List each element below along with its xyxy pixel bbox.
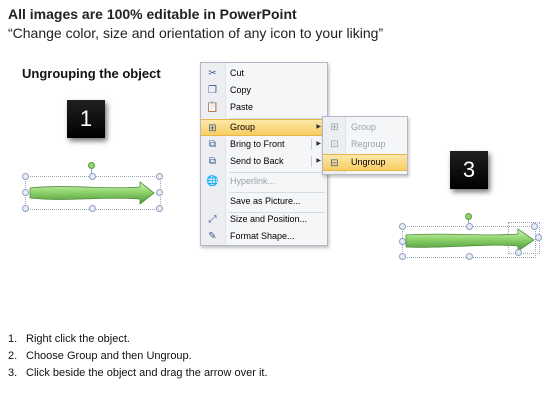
split-divider bbox=[311, 156, 312, 167]
scissors-icon: ✂ bbox=[208, 68, 217, 79]
arrow-shape-1[interactable] bbox=[22, 162, 163, 212]
instruction-item: 3. Click beside the object and drag the a… bbox=[8, 365, 268, 382]
resize-handle[interactable] bbox=[399, 253, 406, 260]
submenu-item-regroup[interactable]: ⊡ Regroup bbox=[323, 136, 407, 153]
instruction-text: Choose Group and then Ungroup. bbox=[26, 350, 192, 362]
resize-handle[interactable] bbox=[535, 234, 542, 241]
menu-item-label: Save as Picture... bbox=[230, 196, 301, 206]
arrow-icon bbox=[29, 181, 155, 205]
resize-handle[interactable] bbox=[515, 249, 522, 256]
step-3-box: 3 bbox=[450, 151, 488, 189]
resize-handle[interactable] bbox=[531, 223, 538, 230]
resize-handle[interactable] bbox=[466, 223, 473, 230]
bring-to-front-icon: ⧉ bbox=[208, 139, 217, 150]
group-submenu: ⊞ Group ⊡ Regroup ⊟ Ungroup bbox=[322, 116, 408, 175]
menu-item-group[interactable]: ⊞ Group ▶ bbox=[201, 119, 327, 136]
context-menu: ✂ Cut ❐ Copy 📋 Paste ⊞ Group ▶ ⧉ Bring t… bbox=[200, 62, 328, 246]
resize-handle[interactable] bbox=[89, 205, 96, 212]
resize-handle[interactable] bbox=[22, 189, 29, 196]
hyperlink-icon: 🌐 bbox=[206, 176, 219, 187]
menu-item-label: Cut bbox=[230, 68, 245, 78]
menu-item-label: Format Shape... bbox=[230, 231, 295, 241]
menu-item-paste[interactable]: 📋 Paste bbox=[201, 99, 327, 116]
instructions-list: 1. Right click the object. 2. Choose Group… bbox=[8, 331, 268, 382]
resize-handle[interactable] bbox=[156, 205, 163, 212]
resize-handle[interactable] bbox=[22, 205, 29, 212]
step-1-box: 1 bbox=[67, 100, 105, 138]
resize-handle[interactable] bbox=[89, 173, 96, 180]
resize-handle[interactable] bbox=[399, 223, 406, 230]
menu-item-label: Hyperlink... bbox=[230, 176, 276, 186]
menu-item-format-shape[interactable]: ✎ Format Shape... bbox=[201, 228, 327, 245]
send-to-back-icon: ⧉ bbox=[208, 156, 217, 167]
ungroup-icon: ⊟ bbox=[330, 158, 339, 169]
group-icon: ⊞ bbox=[330, 122, 339, 133]
resize-handle[interactable] bbox=[156, 173, 163, 180]
regroup-icon: ⊡ bbox=[330, 139, 339, 150]
page-subtitle: “Change color, size and orientation of a… bbox=[8, 25, 384, 41]
menu-item-size-and-position[interactable]: ⤢ Size and Position... bbox=[201, 211, 327, 228]
resize-handle[interactable] bbox=[466, 253, 473, 260]
menu-item-label: Bring to Front bbox=[230, 139, 285, 149]
menu-item-bring-to-front[interactable]: ⧉ Bring to Front ▶ bbox=[201, 136, 327, 153]
resize-handle[interactable] bbox=[22, 173, 29, 180]
submenu-item-group[interactable]: ⊞ Group bbox=[323, 119, 407, 136]
instruction-text: Right click the object. bbox=[26, 333, 130, 345]
size-position-icon: ⤢ bbox=[208, 214, 217, 225]
instruction-number: 2. bbox=[8, 350, 18, 362]
instruction-number: 1. bbox=[8, 333, 18, 345]
submenu-item-ungroup[interactable]: ⊟ Ungroup bbox=[323, 154, 407, 171]
arrow-shape-3[interactable] bbox=[398, 212, 548, 260]
menu-item-send-to-back[interactable]: ⧉ Send to Back ▶ bbox=[201, 153, 327, 170]
arrow-icon bbox=[405, 228, 535, 252]
split-divider bbox=[311, 139, 312, 150]
menu-item-label: Copy bbox=[230, 85, 252, 95]
submenu-arrow-icon[interactable]: ▶ bbox=[316, 136, 321, 153]
page-title: All images are 100% editable in PowerPoi… bbox=[8, 6, 297, 22]
submenu-arrow-icon: ▶ bbox=[316, 124, 321, 130]
submenu-arrow-icon[interactable]: ▶ bbox=[316, 153, 321, 170]
menu-item-hyperlink[interactable]: 🌐 Hyperlink... bbox=[201, 173, 327, 190]
rotation-handle[interactable] bbox=[465, 213, 472, 220]
menu-item-cut[interactable]: ✂ Cut bbox=[201, 65, 327, 82]
section-title: Ungrouping the object bbox=[22, 66, 161, 81]
menu-item-label: Send to Back bbox=[230, 156, 284, 166]
menu-item-label: Ungroup bbox=[351, 157, 386, 167]
copy-icon: ❐ bbox=[208, 85, 217, 96]
resize-handle[interactable] bbox=[399, 238, 406, 245]
instruction-number: 3. bbox=[8, 367, 18, 379]
menu-item-copy[interactable]: ❐ Copy bbox=[201, 82, 327, 99]
instruction-item: 2. Choose Group and then Ungroup. bbox=[8, 348, 268, 365]
instruction-text: Click beside the object and drag the arr… bbox=[26, 367, 268, 379]
menu-item-label: Regroup bbox=[351, 139, 386, 149]
menu-item-label: Group bbox=[351, 122, 377, 132]
instruction-item: 1. Right click the object. bbox=[8, 331, 268, 348]
menu-item-save-as-picture[interactable]: Save as Picture... bbox=[201, 193, 327, 210]
rotation-handle[interactable] bbox=[88, 162, 95, 169]
group-icon: ⊞ bbox=[208, 123, 217, 134]
paste-icon: 📋 bbox=[206, 102, 219, 113]
menu-item-label: Paste bbox=[230, 102, 254, 112]
resize-handle[interactable] bbox=[156, 189, 163, 196]
menu-item-label: Group bbox=[230, 122, 256, 132]
menu-item-label: Size and Position... bbox=[230, 214, 308, 224]
format-shape-icon: ✎ bbox=[208, 231, 217, 242]
